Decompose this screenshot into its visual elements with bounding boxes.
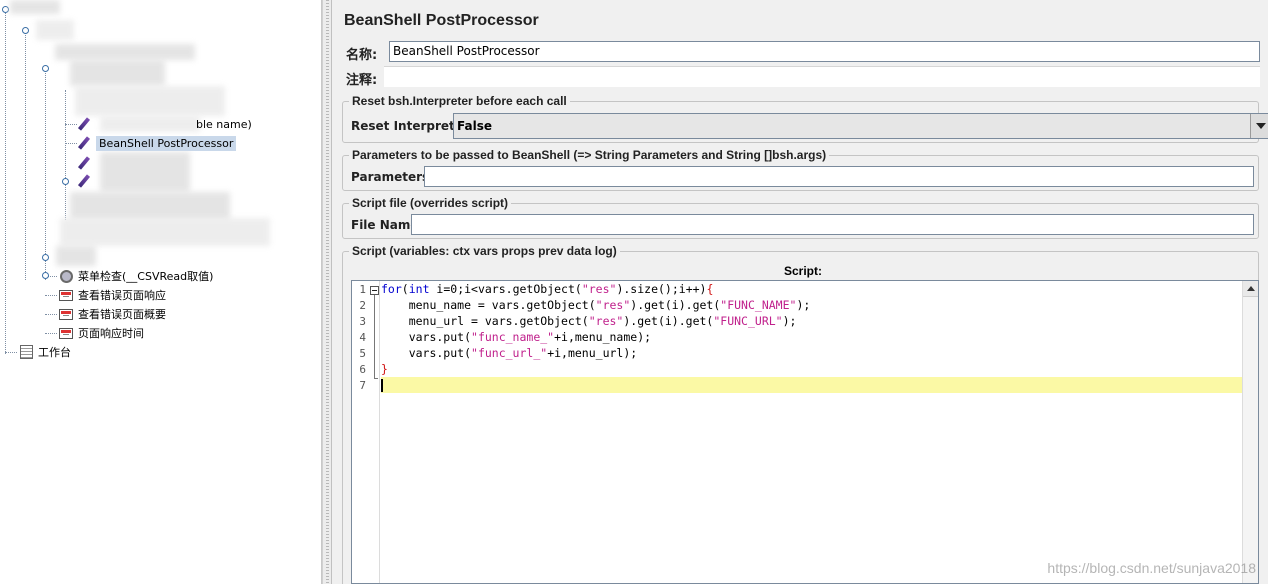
- line-number: 6: [359, 363, 366, 376]
- obscured-region: [56, 246, 96, 266]
- tree-item-pencil[interactable]: [76, 172, 96, 190]
- comment-label: 注释:: [346, 73, 378, 88]
- tree-item-response-time[interactable]: 页面响应时间: [58, 324, 144, 342]
- expand-toggle[interactable]: [62, 178, 69, 185]
- parameters-label: Parameters:: [351, 170, 434, 184]
- tree-connector: [65, 90, 66, 220]
- tree-item-beanshell-postprocessor[interactable]: BeanShell PostProcessor: [76, 134, 237, 152]
- fold-guide: [374, 295, 375, 379]
- split-pane-divider[interactable]: [322, 0, 332, 584]
- obscured-region: [36, 20, 74, 40]
- group-title: Script (variables: ctx vars props prev d…: [349, 244, 620, 258]
- tree-connector: [5, 6, 6, 354]
- group-title: Parameters to be passed to BeanShell (=>…: [349, 148, 830, 162]
- group-title: Reset bsh.Interpreter before each call: [349, 94, 570, 108]
- fold-collapse-icon[interactable]: [370, 286, 379, 295]
- tree-item-label: 页面响应时间: [78, 327, 144, 340]
- line-number: 1: [359, 283, 366, 296]
- scroll-up-arrow-icon[interactable]: [1243, 281, 1258, 297]
- tree-connector: [25, 30, 26, 280]
- expand-toggle[interactable]: [42, 65, 49, 72]
- line-number: 4: [359, 331, 366, 344]
- obscured-region: [100, 152, 190, 192]
- tree-item-label: BeanShell PostProcessor: [96, 135, 237, 151]
- group-title: Script file (overrides script): [349, 196, 512, 210]
- fold-guide: [374, 378, 378, 379]
- watermark: https://blog.csdn.net/sunjava2018: [1047, 560, 1256, 576]
- listener-icon: [58, 326, 74, 340]
- expand-toggle[interactable]: [22, 27, 29, 34]
- obscured-region: [55, 44, 195, 60]
- obscured-region: [70, 60, 165, 86]
- parameters-field[interactable]: [424, 166, 1254, 187]
- obscured-region: [10, 0, 60, 14]
- listener-icon: [58, 288, 74, 302]
- expand-toggle[interactable]: [2, 6, 9, 13]
- reset-interpreter-select[interactable]: False: [453, 113, 1268, 139]
- line-number-gutter: 1 2 3 4 5 6 7: [352, 281, 380, 583]
- code-line: vars.put("func_url_"+i,menu_url);: [381, 346, 638, 360]
- postprocessor-icon: [76, 136, 92, 150]
- expand-toggle[interactable]: [42, 254, 49, 261]
- tree-connector: [5, 352, 17, 353]
- code-line: menu_url = vars.getObject("res").get(i).…: [381, 314, 797, 328]
- page-title: BeanShell PostProcessor: [344, 12, 539, 29]
- code-line-current: [381, 377, 1242, 393]
- code-line: for(int i=0;i<vars.getObject("res").size…: [381, 282, 714, 296]
- obscured-region: [70, 192, 230, 220]
- pencil-icon: [76, 174, 92, 188]
- tree-item-label: 查看错误页面概要: [78, 308, 166, 321]
- code-line: menu_name = vars.getObject("res").get(i)…: [381, 298, 811, 312]
- gear-icon: [58, 269, 74, 283]
- select-value: False: [457, 119, 492, 133]
- obscured-region: [60, 218, 270, 246]
- line-number: 2: [359, 299, 366, 312]
- script-header: Script:: [334, 264, 1268, 278]
- script-editor[interactable]: 1 2 3 4 5 6 7 for(int i=0;i<vars.getObje…: [351, 280, 1259, 584]
- tree-connector: [45, 333, 57, 334]
- tree-item-label: 查看错误页面响应: [78, 289, 166, 302]
- line-number: 3: [359, 315, 366, 328]
- file-name-field[interactable]: [411, 214, 1254, 235]
- pencil-icon: [76, 117, 92, 131]
- text-caret: [381, 379, 383, 392]
- chevron-down-icon[interactable]: [1250, 114, 1268, 138]
- tree-connector: [45, 295, 57, 296]
- tree-item-pencil[interactable]: [76, 154, 96, 172]
- jmeter-window: ble name) BeanShell PostProcessor 菜单检查(_…: [0, 0, 1268, 584]
- test-plan-tree[interactable]: ble name) BeanShell PostProcessor 菜单检查(_…: [0, 0, 322, 584]
- line-number: 5: [359, 347, 366, 360]
- tree-item-menu-check[interactable]: 菜单检查(__CSVRead取值): [58, 267, 213, 285]
- tree-item-error-response[interactable]: 查看错误页面响应: [58, 286, 166, 304]
- line-number: 7: [359, 379, 366, 392]
- tree-item-label: 菜单检查(__CSVRead取值): [78, 270, 214, 283]
- tree-item-label: 工作台: [38, 346, 71, 359]
- tree-item-pencil[interactable]: ble name): [76, 115, 252, 133]
- obscured-region: [75, 86, 225, 116]
- tree-item-label: ble name): [196, 117, 252, 131]
- listener-icon: [58, 307, 74, 321]
- tree-item-error-summary[interactable]: 查看错误页面概要: [58, 305, 166, 323]
- code-line: vars.put("func_name_"+i,menu_name);: [381, 330, 652, 344]
- comment-field[interactable]: [384, 66, 1260, 87]
- vertical-scrollbar[interactable]: [1242, 281, 1258, 583]
- element-config-panel: BeanShell PostProcessor 名称: BeanShell Po…: [334, 0, 1268, 584]
- tree-item-workbench[interactable]: 工作台: [18, 343, 71, 361]
- workbench-icon: [18, 345, 34, 359]
- tree-connector: [45, 70, 46, 280]
- name-field[interactable]: BeanShell PostProcessor: [389, 41, 1260, 62]
- expand-toggle[interactable]: [42, 272, 49, 279]
- code-line: }: [381, 362, 388, 376]
- splitter-grip: [326, 0, 329, 584]
- script-header-label: Script:: [783, 264, 822, 278]
- name-label: 名称:: [346, 48, 378, 63]
- tree-connector: [45, 314, 57, 315]
- pencil-icon: [76, 156, 92, 170]
